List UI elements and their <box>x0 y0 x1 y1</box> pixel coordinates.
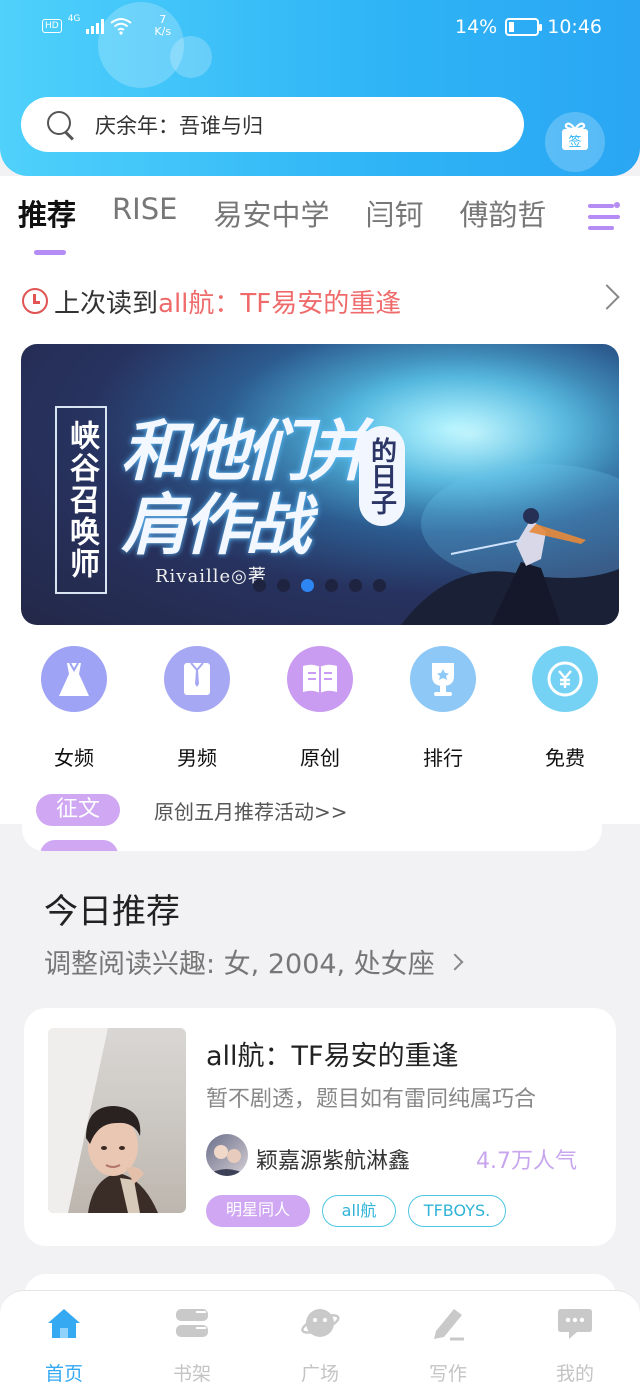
category-tabs: 推荐 RISE 易安中学 闫钶 傅韵哲 <box>18 192 583 262</box>
category-female-label: 女频 <box>54 746 94 770</box>
network-type: 4G <box>67 14 81 24</box>
category-free[interactable]: 免费 <box>525 646 605 771</box>
tag-celebrity-fanfic[interactable]: 明星同人 <box>206 1195 310 1227</box>
tab-fu-yunzhe[interactable]: 傅韵哲 <box>459 192 546 262</box>
planet-icon <box>301 1309 340 1337</box>
clock-time: 10:46 <box>547 16 602 38</box>
status-bar: HD 4G 7 K/s 14% 10:46 <box>0 0 640 56</box>
category-male[interactable]: 男频 <box>157 646 237 771</box>
trophy-icon <box>410 646 476 712</box>
signal-icon <box>86 18 105 34</box>
nav-write-label: 写作 <box>428 1363 467 1385</box>
carousel-dot[interactable] <box>301 579 314 592</box>
carousel-dots <box>253 579 386 592</box>
battery-icon <box>505 18 543 36</box>
active-tab-indicator <box>34 250 66 255</box>
last-read-prefix: 上次读到 <box>54 288 159 319</box>
book-description: 暂不剧透，题目如有雷同纯属巧合 <box>206 1087 537 1112</box>
tabs-menu-icon[interactable] <box>588 202 620 232</box>
gift-icon: 签 <box>562 122 588 150</box>
banner-author: Rivaille◎著 <box>155 566 267 587</box>
category-ranking-label: 排行 <box>423 746 463 770</box>
section-title: 今日推荐 <box>44 892 180 932</box>
dress-icon <box>41 646 107 712</box>
promo-banner[interactable]: 峡谷召唤师 和他们并肩作战 的日子 Rivaille◎著 <box>21 344 619 625</box>
nav-profile-label: 我的 <box>555 1363 594 1385</box>
daily-sign-in-button[interactable]: 签 <box>545 112 605 172</box>
book-cover <box>48 1028 186 1213</box>
header: HD 4G 7 K/s 14% 10:46 庆余年：吾谁与归 签 <box>0 0 640 176</box>
search-placeholder: 庆余年：吾谁与归 <box>95 113 263 138</box>
author-avatar[interactable] <box>206 1134 248 1176</box>
shirt-icon <box>164 646 230 712</box>
category-male-label: 男频 <box>177 746 217 770</box>
battery-percent: 14% <box>455 16 498 38</box>
nav-square[interactable]: 广场 <box>280 1303 360 1386</box>
last-read-bar[interactable]: 上次读到 all航：TF易安的重逢 <box>22 283 401 319</box>
hd-badge: HD <box>42 19 62 33</box>
category-female[interactable]: 女频 <box>34 646 114 771</box>
nav-profile[interactable]: 我的 <box>535 1303 615 1386</box>
home-icon <box>48 1309 80 1338</box>
last-read-title: all航：TF易安的重逢 <box>158 288 402 319</box>
tab-yanke[interactable]: 闫钶 <box>365 192 423 262</box>
book-card[interactable]: all航：TF易安的重逢 暂不剧透，题目如有雷同纯属巧合 颖嘉源紫航淋鑫 4.7… <box>24 1008 616 1246</box>
clock-icon <box>22 288 48 314</box>
category-original-label: 原创 <box>300 746 340 770</box>
carousel-dot[interactable] <box>253 579 266 592</box>
notice-tag: 征文 <box>36 794 120 826</box>
network-speed: 7 K/s <box>154 14 171 38</box>
bottom-nav: 首页 书架 广场 写作 我的 <box>0 1290 640 1387</box>
category-ranking[interactable]: 排行 <box>403 646 483 771</box>
tabs-fade <box>540 185 590 245</box>
search-input[interactable]: 庆余年：吾谁与归 <box>21 97 524 152</box>
author-name[interactable]: 颖嘉源紫航淋鑫 <box>256 1143 410 1175</box>
speed-unit: K/s <box>154 25 172 38</box>
notice-card[interactable]: 征文 原创五月推荐活动>> <box>22 782 602 851</box>
carousel-dot[interactable] <box>325 579 338 592</box>
chevron-right-icon <box>446 953 464 970</box>
coin-icon <box>532 646 598 712</box>
banner-vertical-title: 峡谷召唤师 <box>55 406 107 594</box>
chat-bubble-icon <box>558 1309 592 1339</box>
nav-home[interactable]: 首页 <box>24 1303 104 1386</box>
book-icon <box>287 646 353 712</box>
nav-bookshelf-label: 书架 <box>172 1363 211 1385</box>
tag-all-hang[interactable]: all航 <box>322 1195 396 1227</box>
notice-tag-next <box>40 840 118 851</box>
nav-bookshelf[interactable]: 书架 <box>152 1303 232 1386</box>
banner-main-title: 和他们并肩作战 <box>121 412 373 564</box>
category-free-label: 免费 <box>545 746 585 770</box>
sign-in-label: 签 <box>568 134 581 150</box>
category-original[interactable]: 原创 <box>280 646 360 771</box>
bookshelf-icon <box>176 1309 208 1337</box>
adjust-interest-text: 调整阅读兴趣: 女, 2004, 处女座 <box>44 949 435 980</box>
nav-write[interactable]: 写作 <box>408 1303 488 1386</box>
tab-rise[interactable]: RISE <box>112 192 177 262</box>
nav-square-label: 广场 <box>300 1363 339 1385</box>
carousel-dot[interactable] <box>349 579 362 592</box>
nav-home-label: 首页 <box>44 1363 83 1385</box>
banner-sub-title: 的日子 <box>359 426 405 526</box>
carousel-dot[interactable] <box>373 579 386 592</box>
tag-tfboys[interactable]: TFBOYS. <box>408 1195 506 1227</box>
popularity-count: 4.7万人气 <box>476 1149 577 1174</box>
carousel-dot[interactable] <box>277 579 290 592</box>
book-title[interactable]: all航：TF易安的重逢 <box>206 1034 459 1073</box>
pen-icon <box>434 1309 464 1341</box>
search-icon <box>47 110 75 139</box>
tab-yian-school[interactable]: 易安中学 <box>213 192 329 262</box>
adjust-interest-link[interactable]: 调整阅读兴趣: 女, 2004, 处女座 <box>44 942 464 981</box>
notice-text[interactable]: 原创五月推荐活动>> <box>154 796 348 825</box>
wifi-icon <box>110 18 133 35</box>
cover-photo <box>48 1028 158 1213</box>
